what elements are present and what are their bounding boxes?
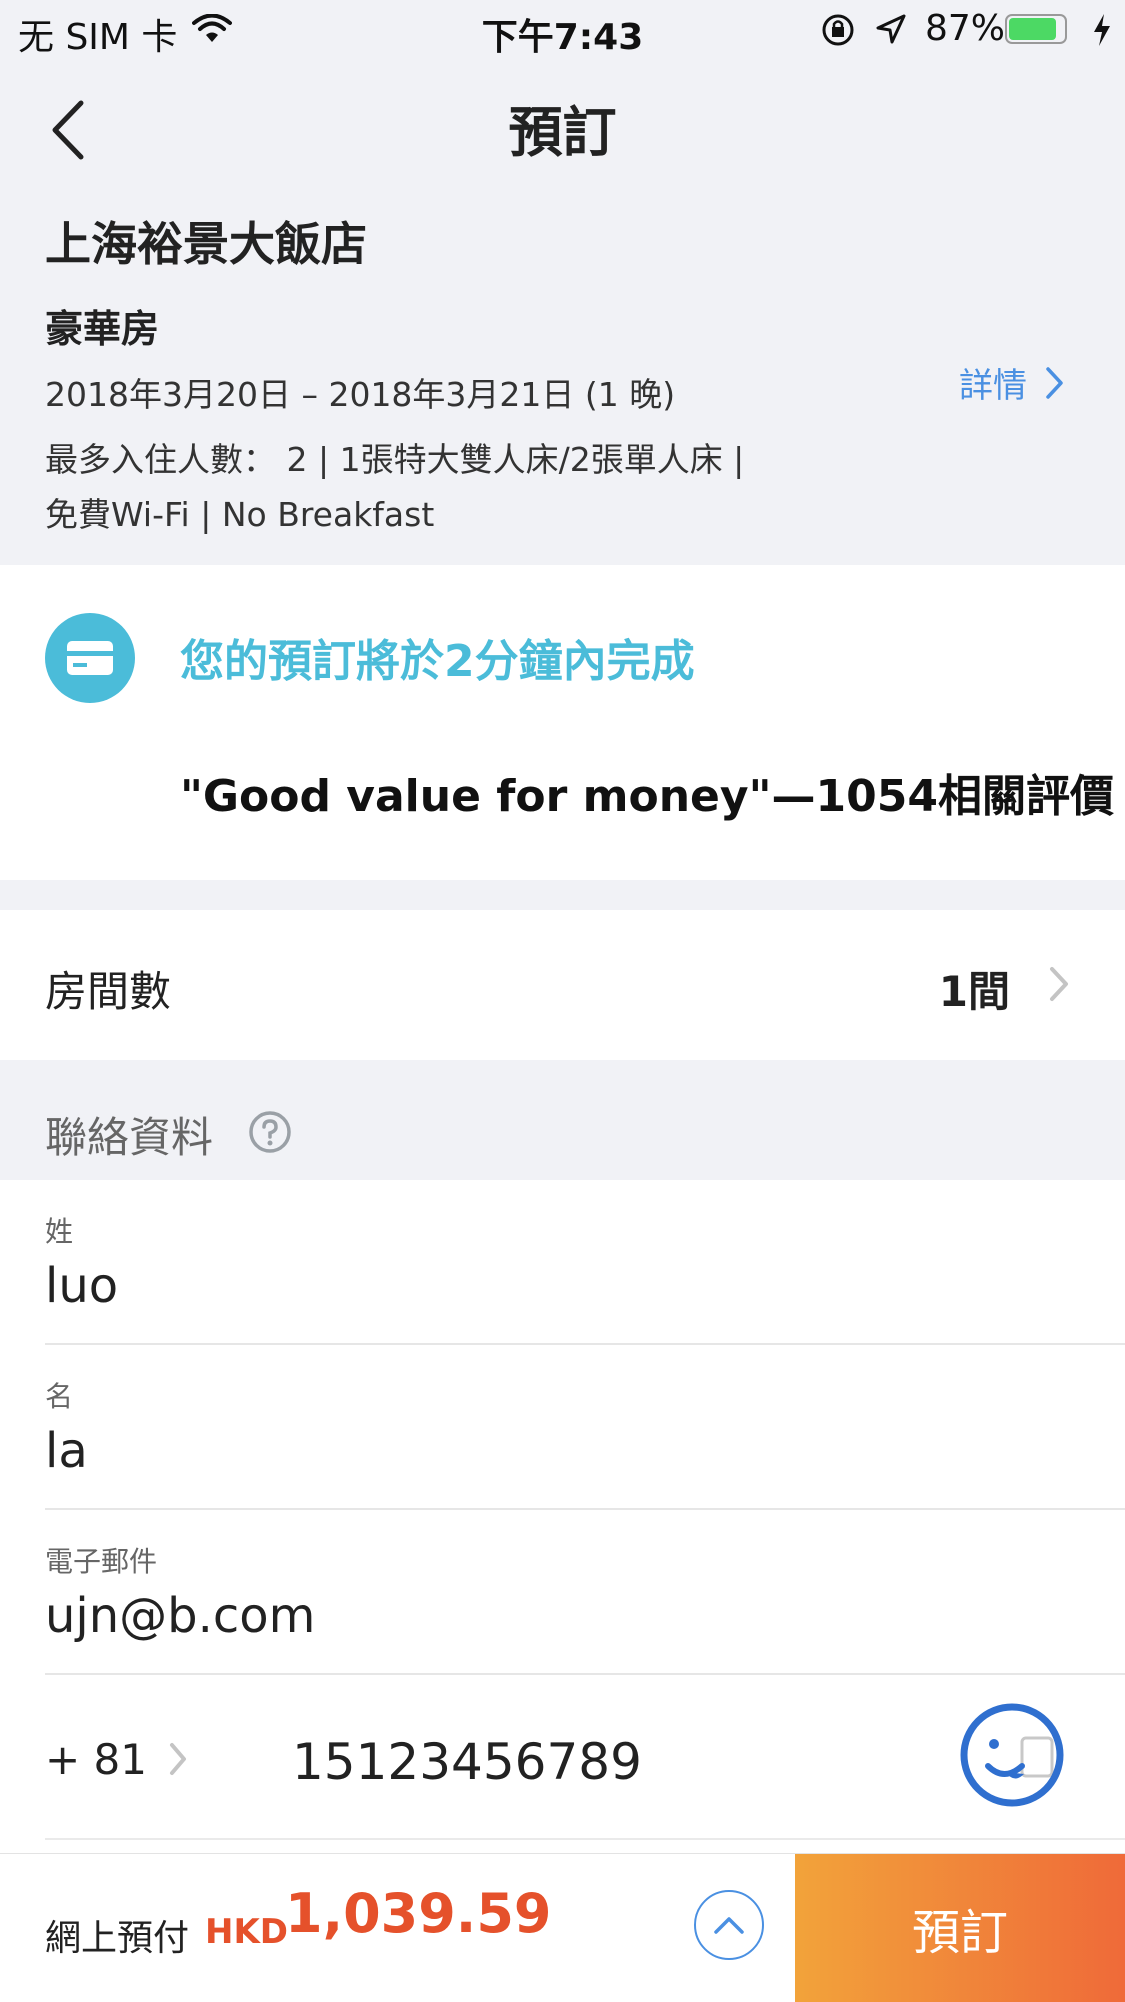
review-highlight: "Good value for money"—1054相關評價 [180,771,1114,822]
field-label: 姓 [45,1215,74,1248]
room-details-line: 最多入住人數： 2 | 1張特大雙人床/2張單人床 | [45,440,745,479]
status-bar: 无 SIM 卡 下午7:43 87% [0,0,1125,60]
country-code-selector[interactable]: + 81 [45,1735,147,1784]
contacts-icon[interactable] [960,1700,1070,1810]
page-title: 預訂 [508,101,617,164]
field-value[interactable]: ujn@b.com [45,1588,315,1644]
divider [45,1838,1125,1840]
chevron-up-icon [714,1917,744,1934]
hotel-summary: 上海裕景大飯店 豪華房 2018年3月20日 – 2018年3月21日 (1 晚… [0,190,1125,565]
battery-icon [1005,14,1067,44]
contact-section-header: 聯絡資料 [0,1060,1125,1180]
room-count-label: 房間數 [45,967,172,1016]
help-icon[interactable] [248,1110,292,1154]
details-link-label: 詳情 [959,366,1027,406]
battery-percent: 87% [925,8,1006,49]
hotel-name: 上海裕景大飯店 [45,217,367,271]
currency-label: HKD [205,1912,289,1952]
chevron-right-icon [170,1743,186,1775]
room-details: 最多入住人數： 2 | 1張特大雙人床/2張單人床 | 免費Wi-Fi | No… [45,432,875,542]
field-label: 名 [45,1380,74,1413]
section-divider [0,880,1125,910]
checkout-bar: 網上預付 HKD 1,039.59 預訂 [0,1853,1125,2002]
email-field[interactable]: 電子郵件 ujn@b.com [0,1510,1125,1675]
price-breakdown-button[interactable] [694,1890,764,1960]
payment-label: 網上預付 [45,1918,190,1959]
phone-number-input[interactable]: 15123456789 [292,1733,642,1791]
rotation-lock-icon [822,14,854,46]
book-button[interactable]: 預訂 [795,1854,1125,2002]
room-details-line: 免費Wi-Fi | No Breakfast [45,495,435,534]
location-icon [876,14,906,44]
chevron-right-icon [1046,366,1063,399]
contact-title: 聯絡資料 [45,1113,214,1162]
credit-card-icon [45,613,135,703]
phone-field[interactable]: + 81 15123456789 [0,1675,1125,1840]
charging-icon [1094,14,1110,46]
field-label: 電子郵件 [45,1545,158,1578]
battery-fill [1009,18,1056,40]
room-count-value: 1間 [938,967,1010,1016]
promo-section: 您的預訂將於2分鐘內完成 "Good value for money"—1054… [0,565,1125,880]
book-button-label: 預訂 [911,1905,1008,1961]
nav-bar: 預訂 [0,60,1125,190]
room-type: 豪華房 [45,307,160,351]
field-value[interactable]: la [45,1423,88,1479]
total-price: 1,039.59 [285,1882,552,1945]
first-name-field[interactable]: 名 la [0,1345,1125,1510]
field-value[interactable]: luo [45,1258,118,1314]
room-count-row[interactable]: 房間數 1間 [0,910,1125,1060]
details-link[interactable]: 詳情 [959,358,1065,407]
last-name-field[interactable]: 姓 luo [0,1180,1125,1345]
chevron-right-icon [1050,967,1068,1001]
stay-dates: 2018年3月20日 – 2018年3月21日 (1 晚) [45,375,676,414]
booking-time-notice: 您的預訂將於2分鐘內完成 [180,636,695,687]
